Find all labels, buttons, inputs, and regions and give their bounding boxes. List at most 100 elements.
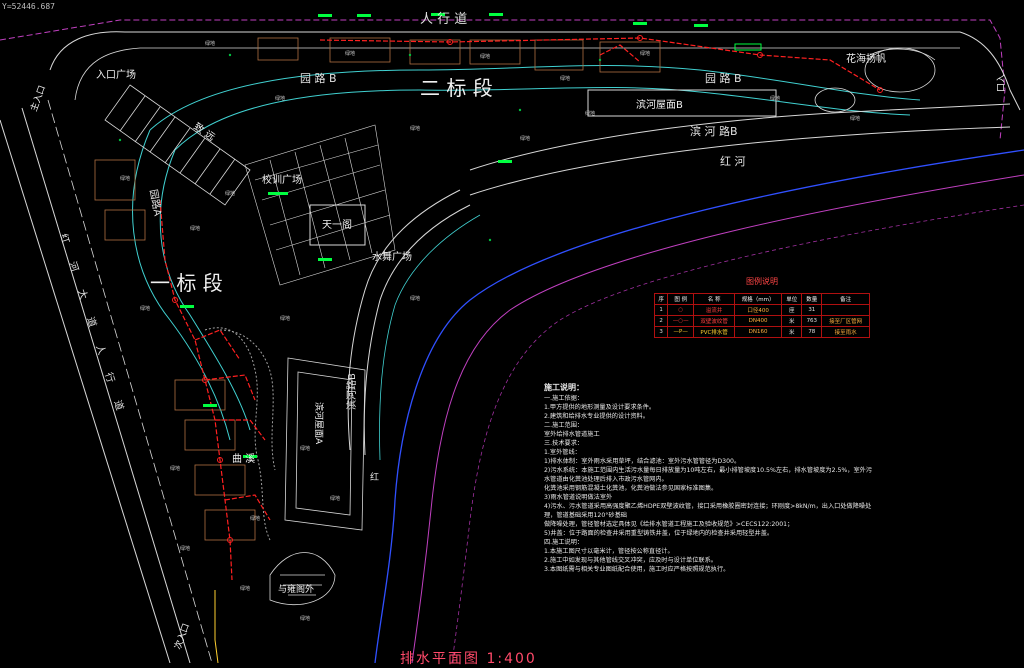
legend-header-row: 序 图 例 名 称 规格（mm） 单位 数量 备注 [653,293,870,305]
notes-line: 做降噪处理，管径管材选定具体见《给排水管道工程施工及验收规范》>CECS122:… [544,521,794,528]
second-section-label: 二 标 段 [420,76,493,100]
green-area-label: 绿地 [190,225,200,232]
garden-road-a-label: 园路A [147,188,164,217]
notes-line: 4)污水、污水管道采用高强度聚乙烯HDPE双壁波纹管，接口采用橡胶圈密封连接；环… [544,503,872,519]
riverside-roof-b-label: 滨河屋面B [636,98,683,111]
riverside-service-label: 滨河屋面A [313,402,325,445]
notes-line: 室外给排水管道施工 [544,431,600,438]
notes-line: 2.施工中如发现与其他管线交叉冲突，应及时与设计单位联系。 [544,557,717,564]
river-road-b-vertical-label: 滨河路B [345,373,358,410]
green-area-label: 绿地 [300,445,310,452]
notes-line: 5)井盖：位于路面的检查井采用重型铸铁井盖，位于绿地内的检查井采用轻型井盖。 [544,530,774,537]
green-area-label: 绿地 [480,53,490,60]
legend-cell: 米 [781,326,803,338]
legend-symbol-well: ○ [667,304,695,316]
legend-row: 1 ○ 溢流井 口径400 座 31 [653,304,870,316]
legend-cell: 31 [801,304,823,316]
green-area-label: 绿地 [520,135,530,142]
legend-cell: 口径400 [733,304,783,316]
notes-line: 1.甲方提供的地形测量及设计要求条件。 [544,404,656,411]
tianyi-pavilion-label: 天一阁 [322,218,352,231]
legend-header-cell: 规格（mm） [733,293,783,305]
site-boundary-outer [0,19,1006,141]
site-outline-inner [74,47,960,101]
legend-cell: 1 [653,304,669,316]
legend-header-cell: 序 [653,293,669,305]
legend-title: 图例说明 [746,277,778,286]
green-area-label: 绿地 [120,175,130,182]
legend-cell: 接至厂区管网 [821,315,870,327]
notes-line: 1.本施工图尺寸以毫米计，管径按公称直径计。 [544,548,674,555]
exit-right-label: 口入 [996,74,1007,92]
legend-row: 3 —P— PVC排水管 DN160 米 78 接至雨水 [653,326,870,338]
legend-cell: DN160 [733,326,783,338]
green-area-label: 绿地 [300,615,310,622]
green-area-label: 绿地 [410,295,420,302]
green-area-label: 绿地 [205,40,215,47]
green-area-label: 绿地 [330,495,340,502]
drawing-title: 排水平面图 1:400 [400,651,537,667]
flower-sea-label: 花海扬帆 [846,52,886,65]
garden-road-b-outer [149,65,921,131]
green-area-label: 绿地 [640,50,650,57]
legend-header-cell: 名 称 [693,293,735,305]
notes-line: 1)排水体制：室外雨水采用草坪，结合滤池：室外污水管管径为D300。 [544,458,741,465]
green-area-label: 绿地 [240,585,250,592]
notes-line: 2.建筑和给排水专业提供的设计资料。 [544,413,649,420]
green-area-label: 绿地 [345,50,355,57]
legend-cell: 座 [781,304,803,316]
notes-line: 1.室外管线： [544,449,581,456]
legend-cell: 78 [801,326,823,338]
legend-cell: 米 [781,315,803,327]
notes-line: 一.施工依据： [544,395,584,402]
green-area-label: 绿地 [280,315,290,322]
construction-notes: 施工说明： 一.施工依据： 1.甲方提供的地形测量及设计要求条件。 2.建筑和给排水… [544,383,874,574]
garden-road-b-inner [174,86,911,151]
notes-line: 3.本图纸需与相关专业图纸配合使用，施工时应严格按照规范执行。 [544,566,730,573]
legend-cell: 溢流井 [693,304,735,316]
entry-gateway [104,84,251,206]
legend-cell: 3 [653,326,669,338]
entry-plaza-label: 入口广场 [96,68,136,81]
green-area-label: 绿地 [585,110,595,117]
first-section-label: 一 标 段 [150,271,223,295]
legend-header-cell: 单位 [781,293,803,305]
notes-line: 三.技术要求： [544,440,584,447]
green-area-label: 绿地 [850,115,860,122]
notes-line: 2)污水系统：本施工范围内生活污水量每日排放量为10吨左右，最小排管坡度10.5… [544,467,873,483]
green-area-label: 绿地 [170,465,180,472]
green-area-label: 绿地 [770,95,780,102]
legend-symbol-pipe: —○— [667,315,695,327]
legend-header-cell: 数量 [801,293,823,305]
legend-table: 序 图 例 名 称 规格（mm） 单位 数量 备注 1 ○ 溢流井 口径400 … [653,293,870,338]
notes-line: 二.施工范围： [544,422,584,429]
garden-road-b-label: 园 路 B [300,72,337,85]
legend-cell: 763 [801,315,823,327]
legend-cell [821,304,870,316]
top-road-label: 人 行 道 [420,12,467,27]
garden-road-b-label-2: 园 路 B [705,72,742,85]
water-plaza-label: 水舞广场 [372,250,412,263]
notes-line: 四.施工说明： [544,539,584,546]
green-area-label: 绿地 [225,190,235,197]
pvc-pipe [214,590,219,663]
qushui-creek-2 [219,329,276,471]
legend-row: 2 —○— 双壁波纹管 DN400 米 763 接至厂区管网 [653,315,870,327]
green-area-label: 绿地 [180,545,190,552]
notes-line: 化粪池采用钢筋混凝土化粪池，化粪池做法参见国家标准图集。 [544,485,718,492]
riverside-road-b-label: 滨 河 路B [690,124,738,138]
green-area-label: 绿地 [410,125,420,132]
memorial-label: 与雍阁外 [278,583,314,595]
notes-line: 3)雨水管道说明做法室外 [544,494,613,501]
qushui-label: 曲 溪 [232,453,255,465]
legend-header-cell: 备注 [821,293,870,305]
green-area-label: 绿地 [560,75,570,82]
training-plaza-label: 校训广场 [262,173,302,186]
legend-symbol-pvc: —P— [667,326,695,338]
legend-cell: 双壁波纹管 [693,315,735,327]
green-area-label: 绿地 [275,95,285,102]
red-river-label-2: 红 [370,471,379,483]
legend-header-cell: 图 例 [667,293,695,305]
main-entry-label: 主入口 [28,84,49,113]
red-river-label: 红 河 [720,155,746,168]
